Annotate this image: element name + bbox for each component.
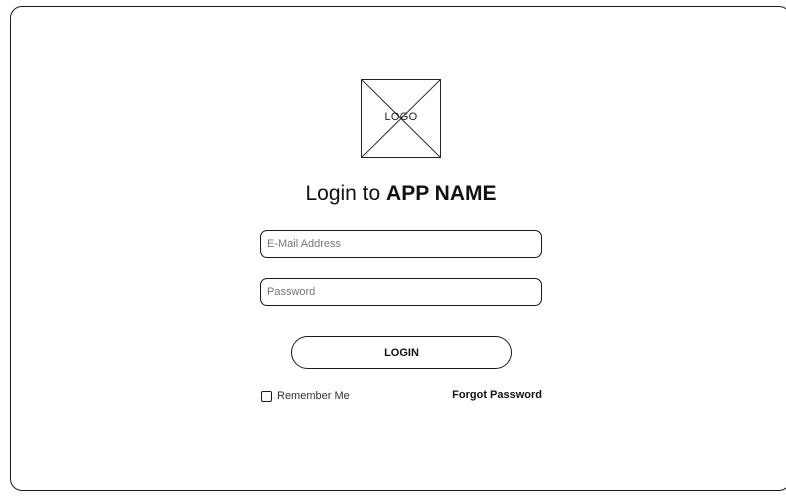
remember-me-checkbox[interactable] <box>261 390 272 402</box>
password-input[interactable] <box>267 279 533 305</box>
logo-label: LOGO <box>384 111 418 123</box>
app-name: APP NAME <box>386 182 497 205</box>
remember-me-option[interactable]: Remember Me <box>261 389 350 403</box>
login-button[interactable]: LOGIN <box>291 336 512 369</box>
email-input[interactable] <box>267 231 533 257</box>
forgot-password-link[interactable]: Forgot Password <box>420 389 542 401</box>
password-field[interactable] <box>260 278 542 306</box>
page-title: Login to APP NAME <box>200 182 602 206</box>
page-title-prefix: Login to <box>305 182 387 205</box>
remember-me-label: Remember Me <box>277 390 350 402</box>
logo-placeholder: LOGO <box>361 79 441 158</box>
email-field[interactable] <box>260 230 542 258</box>
